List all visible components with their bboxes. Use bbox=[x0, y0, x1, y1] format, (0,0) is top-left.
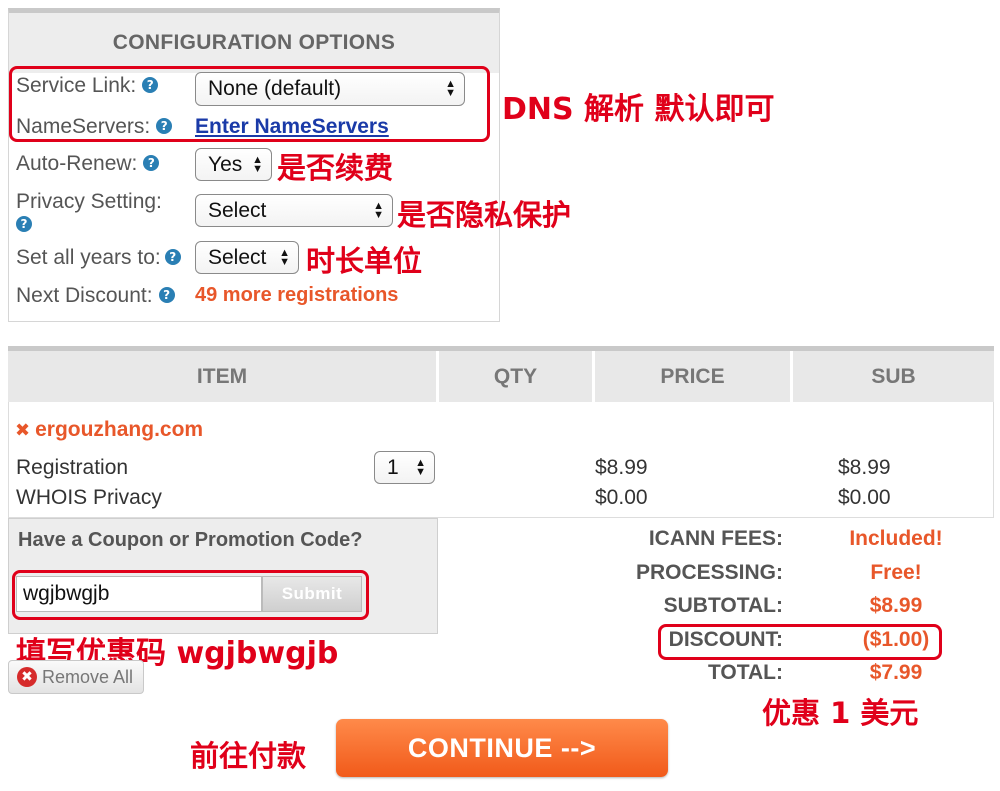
table-row-price: $0.00 bbox=[595, 486, 648, 509]
table-row-item: WHOIS Privacy bbox=[16, 486, 162, 509]
annotation-years-note: 时长单位 bbox=[306, 244, 423, 278]
auto-renew-select[interactable]: Yes ▲ ▼ bbox=[195, 148, 272, 181]
next-discount-label: Next Discount:? bbox=[16, 284, 175, 308]
column-price: PRICE bbox=[595, 351, 793, 402]
summary-value: $7.99 bbox=[869, 661, 923, 684]
annotation-highlight-box bbox=[12, 570, 369, 620]
continue-button[interactable]: CONTINUE --> bbox=[336, 719, 668, 777]
column-sub: SUB bbox=[871, 364, 916, 388]
summary-value: Included! bbox=[849, 527, 943, 550]
summary-value: Free! bbox=[870, 561, 922, 584]
help-icon[interactable]: ? bbox=[164, 249, 181, 265]
summary-label: ICANN FEES: bbox=[648, 527, 783, 550]
help-icon[interactable]: ? bbox=[143, 155, 160, 171]
annotation-highlight-box bbox=[9, 66, 490, 142]
auto-renew-label: Auto-Renew:? bbox=[16, 152, 160, 176]
remove-icon: ✖ bbox=[17, 667, 37, 687]
help-icon[interactable]: ? bbox=[158, 287, 175, 303]
table-row-price: $8.99 bbox=[595, 456, 648, 479]
summary-label: SUBTOTAL: bbox=[663, 594, 783, 617]
summary-label: PROCESSING: bbox=[635, 561, 783, 584]
annotation-dns-note: DNS 解析 默认即可 bbox=[502, 92, 775, 127]
select-arrows-icon: ▲ ▼ bbox=[373, 199, 384, 221]
annotation-highlight-box bbox=[658, 624, 942, 660]
remove-item-icon[interactable]: ✖ bbox=[15, 420, 30, 441]
select-arrows-icon: ▲ ▼ bbox=[252, 153, 263, 175]
coupon-title: Have a Coupon or Promotion Code? bbox=[18, 529, 363, 551]
table-row-item: Registration bbox=[16, 456, 129, 479]
select-arrows-icon: ▲ ▼ bbox=[415, 456, 426, 478]
next-discount-value: 49 more registrations bbox=[195, 284, 399, 306]
help-icon[interactable]: ? bbox=[16, 216, 32, 232]
column-item: ITEM bbox=[8, 351, 439, 402]
annotation-privacy-note: 是否隐私保护 bbox=[397, 198, 572, 232]
table-row-sub: $0.00 bbox=[838, 486, 891, 509]
summary-value: $8.99 bbox=[869, 594, 923, 617]
privacy-setting-label: Privacy Setting: bbox=[16, 190, 162, 213]
privacy-setting-select[interactable]: Select ▲ ▼ bbox=[195, 194, 393, 227]
summary-label: TOTAL: bbox=[707, 661, 783, 684]
config-header: CONFIGURATION OPTIONS bbox=[9, 13, 499, 73]
table-row-sub: $8.99 bbox=[838, 456, 891, 479]
set-years-label: Set all years to:? bbox=[16, 246, 181, 270]
annotation-continue-note: 前往付款 bbox=[190, 739, 307, 773]
qty-select[interactable]: 1 ▲ ▼ bbox=[374, 451, 435, 484]
select-arrows-icon: ▲ ▼ bbox=[279, 246, 290, 268]
annotation-auto-renew-note: 是否续费 bbox=[277, 151, 394, 185]
cart-header: ITEM QTY PRICE SUB bbox=[8, 346, 994, 402]
cart-domain: ✖ ergouzhang.com bbox=[15, 418, 204, 441]
column-qty: QTY bbox=[439, 351, 595, 402]
set-years-select[interactable]: Select ▲ ▼ bbox=[195, 241, 299, 274]
annotation-discount-note: 优惠 1 美元 bbox=[762, 696, 919, 730]
remove-all-button[interactable]: ✖ Remove All bbox=[8, 660, 144, 694]
